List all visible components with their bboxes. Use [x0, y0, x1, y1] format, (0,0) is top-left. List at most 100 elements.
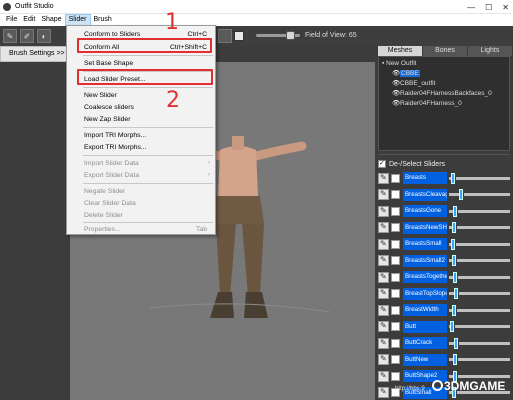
slider-handle[interactable]: [454, 337, 458, 349]
slider-edit-icon[interactable]: [378, 337, 389, 349]
slider-edit-icon[interactable]: [378, 189, 389, 201]
slider-row[interactable]: BreastTopSlope: [378, 286, 510, 303]
menu-item-new-slider[interactable]: New Slider: [67, 89, 215, 101]
menu-item-delete-slider[interactable]: Delete Slider: [67, 209, 215, 221]
slider-track[interactable]: [458, 374, 510, 378]
menu-item-import-tri[interactable]: Import TRI Morphs...: [67, 129, 215, 141]
slider-track[interactable]: [457, 259, 510, 263]
slider-track[interactable]: [458, 275, 510, 279]
slider-name[interactable]: BreastsCleavage: [403, 188, 447, 201]
eye-icon[interactable]: 👁: [392, 69, 400, 79]
slider-edit-icon[interactable]: [378, 321, 389, 333]
slider-track[interactable]: [456, 176, 510, 180]
slider-visibility-checkbox[interactable]: [391, 338, 400, 348]
slider-handle[interactable]: [451, 238, 455, 250]
mesh-item[interactable]: 👁Raider04FHarness_0: [382, 99, 506, 109]
slider-visibility-checkbox[interactable]: [391, 256, 400, 266]
slider-row[interactable]: ButtCrack: [378, 335, 510, 352]
slider-row[interactable]: ButtNew: [378, 352, 510, 369]
menu-item-properties[interactable]: Properties... Tab: [67, 223, 215, 235]
slider-track[interactable]: [455, 325, 510, 329]
slider-name[interactable]: BreastsGone: [403, 205, 447, 218]
slider-track[interactable]: [458, 358, 510, 362]
slider-name[interactable]: ButtNew: [403, 353, 447, 366]
menu-file[interactable]: File: [3, 14, 20, 26]
eye-icon[interactable]: 👁: [392, 89, 400, 99]
slider-handle[interactable]: [453, 271, 457, 283]
slider-edit-icon[interactable]: [378, 370, 389, 382]
brush-tool-icon[interactable]: ✎: [3, 29, 17, 43]
eye-icon[interactable]: 👁: [392, 99, 400, 109]
slider-visibility-checkbox[interactable]: [391, 371, 400, 381]
slider-row[interactable]: BreastsSmall: [378, 236, 510, 253]
mesh-item[interactable]: 👁CBBE: [382, 69, 506, 79]
slider-edit-icon[interactable]: [378, 271, 389, 283]
slider-name[interactable]: ButtCrack: [403, 337, 447, 350]
slider-visibility-checkbox[interactable]: [391, 173, 400, 183]
menu-item-export-tri[interactable]: Export TRI Morphs...: [67, 141, 215, 153]
menu-shape[interactable]: Shape: [38, 14, 64, 26]
slider-row[interactable]: Butt: [378, 319, 510, 336]
eye-icon[interactable]: 👁: [392, 79, 400, 89]
slider-row[interactable]: BreastWidth: [378, 302, 510, 319]
slider-visibility-checkbox[interactable]: [391, 190, 400, 200]
slider-handle[interactable]: [452, 222, 456, 234]
slider-track[interactable]: [456, 242, 510, 246]
minimize-button[interactable]: —: [467, 3, 475, 12]
slider-track[interactable]: [457, 308, 510, 312]
mesh-item[interactable]: 👁Raider04FHarnessBackfaces_0: [382, 89, 506, 99]
mask-tool-icon[interactable]: ✐: [20, 29, 34, 43]
slider-edit-icon[interactable]: [378, 304, 389, 316]
slider-handle[interactable]: [459, 189, 463, 201]
menu-item-export-slider-data[interactable]: Export Slider Data ›: [67, 169, 215, 181]
slider-handle[interactable]: [454, 288, 458, 300]
slider-edit-icon[interactable]: [378, 387, 389, 399]
slider-track[interactable]: [464, 193, 510, 197]
slider-row[interactable]: BreastsSmall2: [378, 253, 510, 270]
slider-row[interactable]: BreastsTogether: [378, 269, 510, 286]
inflate-tool-icon[interactable]: ◐: [37, 29, 51, 43]
slider-handle[interactable]: [452, 304, 456, 316]
brush-settings-header[interactable]: Brush Settings >>: [0, 46, 70, 62]
menu-item-clear-slider-data[interactable]: Clear Slider Data: [67, 197, 215, 209]
slider-edit-icon[interactable]: [378, 238, 389, 250]
slider-name[interactable]: BreastTopSlope: [403, 287, 447, 300]
slider-name[interactable]: BreastsSmall: [403, 238, 447, 251]
slider-handle[interactable]: [450, 321, 454, 333]
slider-row[interactable]: BreastsGone: [378, 203, 510, 220]
slider-visibility-checkbox[interactable]: [391, 322, 400, 332]
slider-edit-icon[interactable]: [378, 255, 389, 267]
slider-visibility-checkbox[interactable]: [391, 305, 400, 315]
slider-name[interactable]: Butt: [403, 320, 447, 333]
fov-slider-handle[interactable]: [286, 31, 295, 40]
slider-handle[interactable]: [453, 354, 457, 366]
slider-row[interactable]: Breasts: [378, 170, 510, 187]
menu-item-negate-slider[interactable]: Negate Slider: [67, 185, 215, 197]
slider-handle[interactable]: [451, 172, 455, 184]
tree-root[interactable]: ▪ New Outfit: [382, 59, 506, 69]
slider-visibility-checkbox[interactable]: [391, 272, 400, 282]
slider-edit-icon[interactable]: [378, 172, 389, 184]
camera-tool-icon[interactable]: [218, 29, 232, 43]
slider-edit-icon[interactable]: [378, 288, 389, 300]
menu-edit[interactable]: Edit: [20, 14, 38, 26]
slider-edit-icon[interactable]: [378, 354, 389, 366]
slider-track[interactable]: [457, 226, 510, 230]
tab-meshes[interactable]: Meshes: [378, 46, 422, 56]
slider-visibility-checkbox[interactable]: [391, 289, 400, 299]
maximize-button[interactable]: ☐: [485, 3, 492, 12]
tab-bones[interactable]: Bones: [423, 46, 467, 56]
tab-lights[interactable]: Lights: [468, 46, 512, 56]
wireframe-toggle-icon[interactable]: [234, 31, 244, 41]
slider-visibility-checkbox[interactable]: [391, 206, 400, 216]
menu-item-import-slider-data[interactable]: Import Slider Data ›: [67, 157, 215, 169]
slider-handle[interactable]: [452, 255, 456, 267]
close-button[interactable]: ✕: [502, 3, 509, 12]
slider-name[interactable]: BreastsNewSH: [403, 221, 447, 234]
slider-track[interactable]: [459, 292, 510, 296]
mesh-item[interactable]: 👁CBBE_outfit: [382, 79, 506, 89]
slider-track[interactable]: [459, 341, 510, 345]
slider-row[interactable]: BreastsNewSH: [378, 220, 510, 237]
menu-item-coalesce-sliders[interactable]: Coalesce sliders: [67, 101, 215, 113]
slider-track[interactable]: [458, 209, 510, 213]
